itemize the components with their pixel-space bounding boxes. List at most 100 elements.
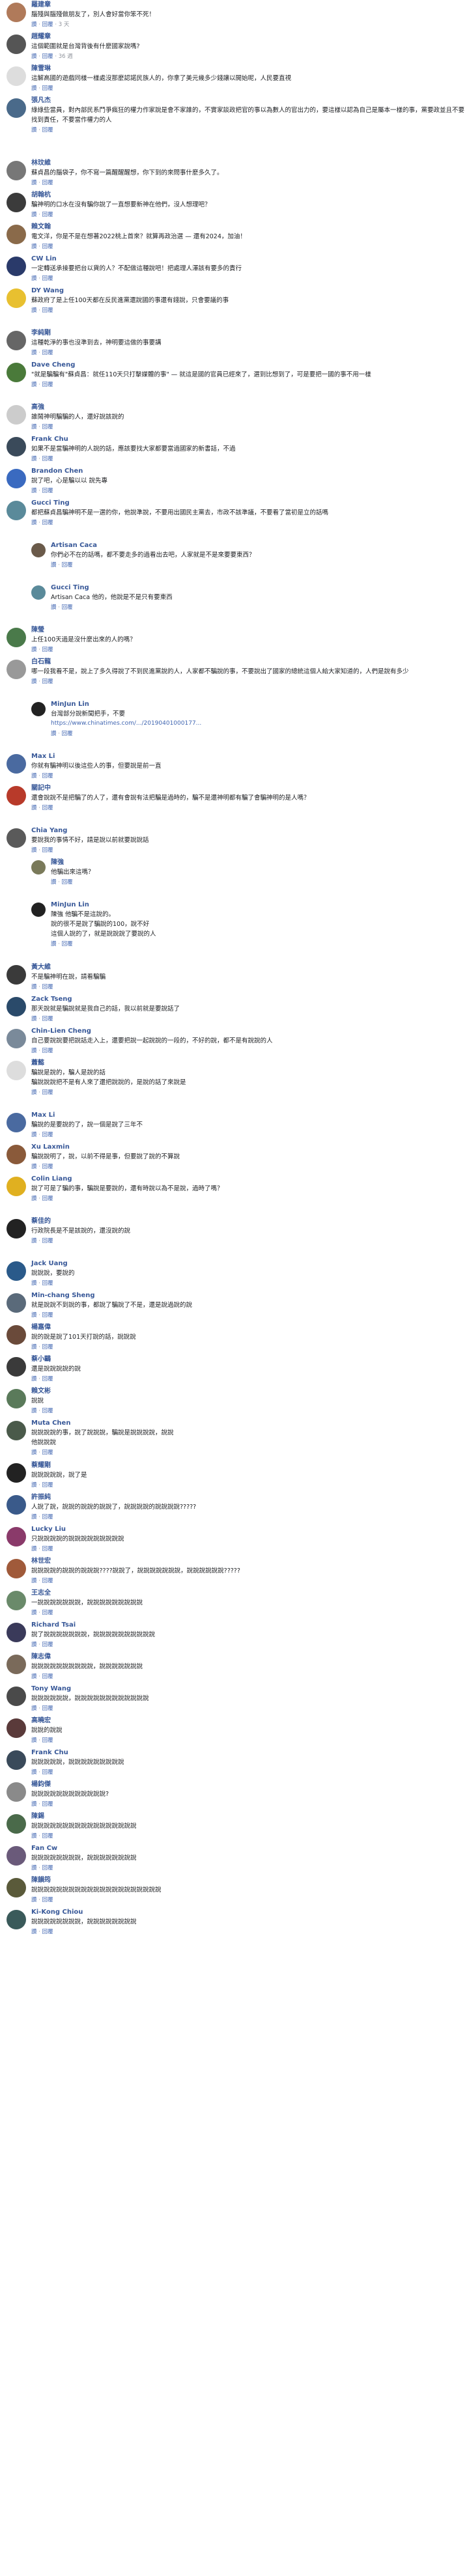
reply-button[interactable]: 回覆 [42,488,53,494]
like-button[interactable]: 讚 [31,1449,37,1456]
commenter-name[interactable]: 陳瑩 [31,626,44,634]
avatar[interactable] [7,660,26,679]
avatar[interactable] [7,1846,26,1866]
commenter-name[interactable]: Gucci Ting [51,584,89,591]
like-button[interactable]: 讚 [31,1514,37,1520]
like-button[interactable]: 讚 [51,562,57,568]
reply-button[interactable]: 回覆 [42,424,53,430]
reply-button[interactable]: 回覆 [42,1833,53,1840]
commenter-name[interactable]: 高曉宏 [31,1717,51,1724]
commenter-name[interactable]: 林世宏 [31,1558,51,1565]
commenter-name[interactable]: Richard Tsai [31,1621,76,1629]
like-button[interactable]: 讚 [31,1769,37,1776]
reply-button[interactable]: 回覆 [42,1801,53,1808]
avatar[interactable] [7,754,26,774]
like-button[interactable]: 讚 [31,1833,37,1840]
reply-button[interactable]: 回覆 [42,1514,53,1520]
reply-button[interactable]: 回覆 [42,1089,53,1096]
like-button[interactable]: 讚 [31,1673,37,1680]
avatar[interactable] [7,35,26,54]
like-button[interactable]: 讚 [31,1280,37,1287]
like-button[interactable]: 讚 [31,456,37,462]
avatar[interactable] [7,1655,26,1674]
commenter-name[interactable]: CW Lin [31,255,57,262]
like-button[interactable]: 讚 [31,805,37,811]
commenter-name[interactable]: Chia Yang [31,827,67,834]
avatar[interactable] [7,1029,26,1048]
commenter-name[interactable]: Fan Cw [31,1845,57,1852]
like-button[interactable]: 讚 [31,1482,37,1489]
avatar[interactable] [7,1463,26,1483]
commenter-name[interactable]: Lucky Liu [31,1526,66,1533]
reply-button[interactable]: 回覆 [42,1610,53,1616]
avatar[interactable] [7,1421,26,1440]
commenter-name[interactable]: Tony Wang [31,1685,71,1692]
avatar[interactable] [7,437,26,456]
commenter-name[interactable]: 李純剛 [31,329,51,337]
avatar[interactable] [7,828,26,848]
reply-button[interactable]: 回覆 [42,1865,53,1871]
reply-button[interactable]: 回覆 [42,1737,53,1744]
like-button[interactable]: 讚 [31,520,37,526]
avatar[interactable] [7,1177,26,1196]
commenter-name[interactable]: 賴文翰 [31,223,51,231]
like-button[interactable]: 讚 [31,307,37,314]
reply-button[interactable]: 回覆 [42,1929,53,1935]
like-button[interactable]: 讚 [31,1344,37,1351]
reply-button[interactable]: 回覆 [42,1238,53,1244]
avatar[interactable] [31,903,46,917]
avatar[interactable] [7,997,26,1016]
like-button[interactable]: 讚 [31,1929,37,1935]
like-button[interactable]: 讚 [31,1578,37,1584]
like-button[interactable]: 讚 [31,1238,37,1244]
commenter-name[interactable]: Artisan Caca [51,542,97,549]
like-button[interactable]: 讚 [31,85,37,92]
avatar[interactable] [31,543,46,557]
avatar[interactable] [7,66,26,86]
reply-button[interactable]: 回覆 [42,244,53,250]
reply-button[interactable]: 回覆 [42,382,53,388]
like-button[interactable]: 讚 [31,1132,37,1138]
avatar[interactable] [7,786,26,805]
like-button[interactable]: 讚 [31,773,37,779]
like-button[interactable]: 讚 [31,180,37,186]
reply-button[interactable]: 回覆 [42,53,53,60]
reply-button[interactable]: 回覆 [62,731,73,737]
avatar[interactable] [7,257,26,276]
reply-button[interactable]: 回覆 [42,180,53,186]
like-button[interactable]: 讚 [31,21,37,28]
commenter-name[interactable]: 張凡杰 [31,97,51,104]
avatar[interactable] [7,469,26,488]
reply-button[interactable]: 回覆 [42,520,53,526]
reply-button[interactable]: 回覆 [42,1673,53,1680]
like-button[interactable]: 讚 [31,1089,37,1096]
commenter-name[interactable]: 蔡耀剛 [31,1462,51,1469]
commenter-name[interactable]: 陳雪琳 [31,65,51,72]
like-button[interactable]: 讚 [31,1865,37,1871]
reply-button[interactable]: 回覆 [42,805,53,811]
like-button[interactable]: 讚 [31,1048,37,1054]
like-button[interactable]: 讚 [31,1642,37,1648]
avatar[interactable] [7,363,26,382]
reply-button[interactable]: 回覆 [62,879,73,886]
commenter-name[interactable]: 高強 [31,404,44,411]
commenter-name[interactable]: MinJun Lin [51,901,89,908]
commenter-name[interactable]: Max Li [31,1112,55,1119]
avatar[interactable] [31,585,46,600]
avatar[interactable] [7,1357,26,1377]
reply-button[interactable]: 回覆 [62,562,73,568]
like-button[interactable]: 讚 [31,275,37,282]
reply-button[interactable]: 回覆 [42,1280,53,1287]
like-button[interactable]: 讚 [51,604,57,611]
reply-button[interactable]: 回覆 [42,679,53,685]
reply-button[interactable]: 回覆 [42,1769,53,1776]
like-button[interactable]: 讚 [31,1312,37,1319]
avatar[interactable] [31,702,46,716]
reply-button[interactable]: 回覆 [42,1376,53,1382]
commenter-name[interactable]: 陳強 [51,859,64,866]
commenter-name[interactable]: 王志全 [31,1589,51,1597]
like-button[interactable]: 讚 [31,1196,37,1202]
commenter-name[interactable]: Min-chang Sheng [31,1292,95,1299]
commenter-name[interactable]: 許振純 [31,1494,51,1501]
like-button[interactable]: 讚 [31,244,37,250]
